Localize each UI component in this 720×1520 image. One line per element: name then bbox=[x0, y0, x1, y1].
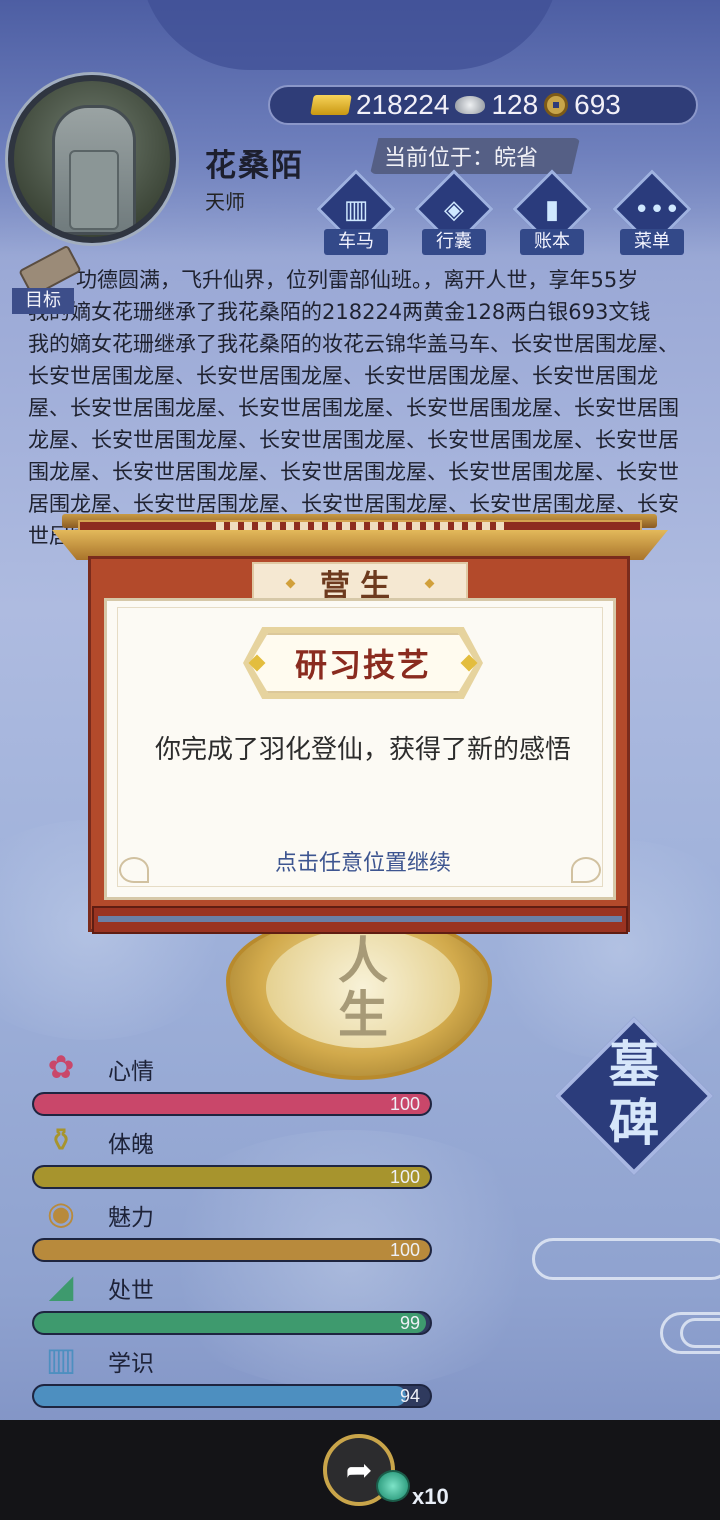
modal-base-line bbox=[98, 916, 622, 922]
continue-hint[interactable]: 点击任意位置继续 bbox=[107, 845, 619, 877]
skill-title: 研习技艺 bbox=[294, 646, 431, 684]
corner-ornament-icon bbox=[119, 857, 149, 883]
modal-message: 你完成了羽化登仙，获得了新的感悟 bbox=[154, 735, 571, 765]
skill-banner: 研习技艺 bbox=[250, 633, 476, 693]
multiplier-label: x10 bbox=[412, 1484, 449, 1509]
modal-panel[interactable]: 研习技艺 你完成了羽化登仙，获得了新的感悟 点击任意位置继续 bbox=[104, 598, 616, 900]
jade-gem-icon bbox=[376, 1470, 410, 1502]
corner-ornament-icon bbox=[571, 857, 601, 883]
share-arrow-icon: ➦ bbox=[345, 1451, 373, 1489]
tab-dot-right bbox=[424, 578, 435, 588]
tab-dot-left bbox=[285, 578, 296, 588]
